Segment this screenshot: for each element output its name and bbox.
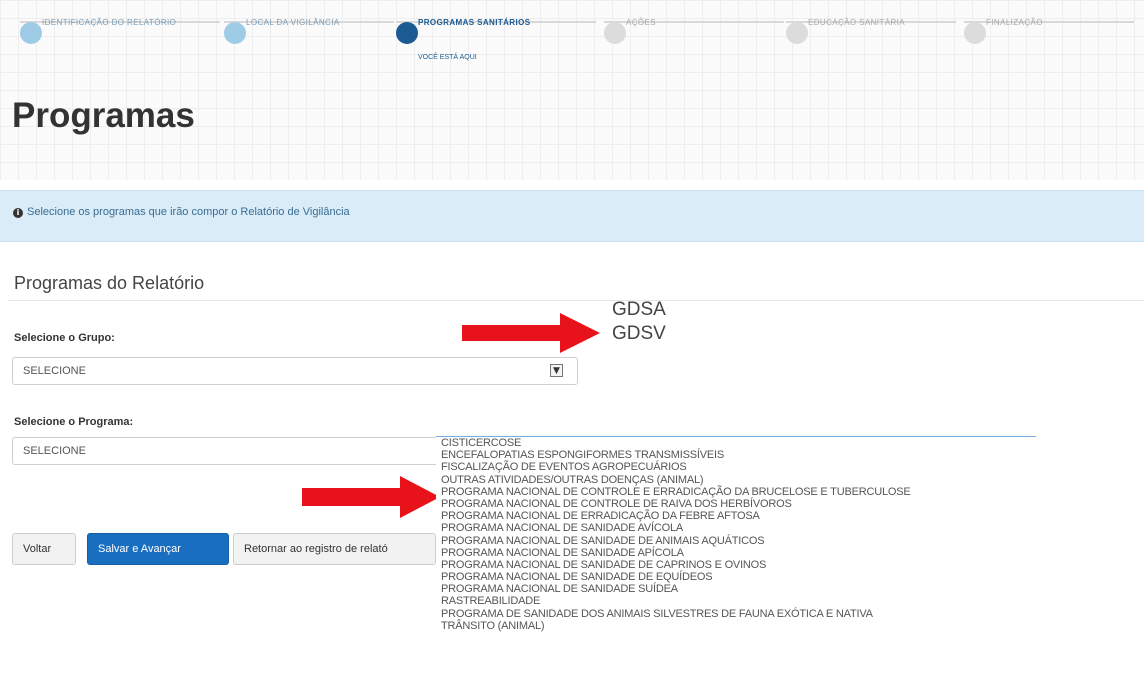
dropdown-option[interactable]: OUTRAS ATIVIDADES/OUTRAS DOENÇAS (ANIMAL… bbox=[436, 474, 1036, 486]
step-dot bbox=[396, 22, 418, 44]
back-button[interactable]: Voltar bbox=[12, 533, 76, 565]
group-select[interactable]: SELECIONE ▼ bbox=[12, 357, 578, 385]
dropdown-option[interactable]: PROGRAMA NACIONAL DE SANIDADE APÍCOLA bbox=[436, 547, 1036, 559]
chevron-down-icon[interactable]: ▼ bbox=[550, 364, 563, 377]
info-icon: i bbox=[13, 208, 23, 218]
program-select-label: Selecione o Programa: bbox=[14, 416, 134, 428]
arrow-right-icon bbox=[462, 313, 600, 353]
alert-text: Selecione os programas que irão compor o… bbox=[27, 206, 350, 218]
program-dropdown-list[interactable]: CISTICERCOSE ENCEFALOPATIAS ESPONGIFORME… bbox=[436, 436, 1036, 681]
dropdown-option[interactable]: CISTICERCOSE bbox=[436, 437, 1036, 449]
dropdown-option[interactable]: PROGRAMA NACIONAL DE ERRADICAÇÃO DA FEBR… bbox=[436, 510, 1036, 522]
dropdown-option[interactable]: PROGRAMA NACIONAL DE CONTROLE DE RAIVA D… bbox=[436, 498, 1036, 510]
step-label: AÇÕES bbox=[626, 18, 657, 27]
dropdown-option[interactable]: PROGRAMA NACIONAL DE SANIDADE DE EQUÍDEO… bbox=[436, 571, 1036, 583]
dropdown-option[interactable]: PROGRAMA NACIONAL DE SANIDADE DE CAPRINO… bbox=[436, 559, 1036, 571]
dropdown-option[interactable]: FISCALIZAÇÃO DE EVENTOS AGROPECUÁRIOS bbox=[436, 461, 1036, 473]
step-label: PROGRAMAS SANITÁRIOS bbox=[418, 18, 531, 27]
group-options-callout: GDSA GDSV bbox=[612, 298, 666, 346]
step-dot bbox=[786, 22, 808, 44]
return-register-button[interactable]: Retornar ao registro de relató bbox=[233, 533, 436, 565]
step-label: FINALIZAÇÃO bbox=[986, 18, 1043, 27]
progress-stepper: IDENTIFICAÇÃO DO RELATÓRIO LOCAL DA VIGI… bbox=[0, 0, 1144, 70]
program-select-value: SELECIONE bbox=[23, 445, 86, 457]
section-divider bbox=[8, 300, 1144, 301]
dropdown-option[interactable]: PROGRAMA NACIONAL DE SANIDADE SUÍDEA bbox=[436, 583, 1036, 595]
group-select-label: Selecione o Grupo: bbox=[14, 332, 115, 344]
save-next-button[interactable]: Salvar e Avançar bbox=[87, 533, 229, 565]
arrow-right-icon bbox=[302, 476, 440, 518]
step-dot bbox=[20, 22, 42, 44]
dropdown-option[interactable]: PROGRAMA DE SANIDADE DOS ANIMAIS SILVEST… bbox=[436, 608, 1036, 620]
step-label: LOCAL DA VIGILÂNCIA bbox=[246, 18, 340, 27]
dropdown-option[interactable]: PROGRAMA NACIONAL DE SANIDADE DE ANIMAIS… bbox=[436, 535, 1036, 547]
group-option[interactable]: GDSA bbox=[612, 298, 666, 322]
dropdown-option[interactable]: ENCEFALOPATIAS ESPONGIFORMES TRANSMISSÍV… bbox=[436, 449, 1036, 461]
step-label: EDUCAÇÃO SANITÁRIA bbox=[808, 18, 905, 27]
step-dot bbox=[604, 22, 626, 44]
step-label: IDENTIFICAÇÃO DO RELATÓRIO bbox=[42, 18, 177, 27]
group-option[interactable]: GDSV bbox=[612, 322, 666, 346]
dropdown-option[interactable]: PROGRAMA NACIONAL DE SANIDADE AVÍCOLA bbox=[436, 522, 1036, 534]
section-title: Programas do Relatório bbox=[14, 273, 205, 293]
step-dot bbox=[224, 22, 246, 44]
step-current-indicator: VOCÊ ESTÁ AQUI bbox=[418, 54, 477, 61]
dropdown-option[interactable]: PROGRAMA NACIONAL DE CONTROLE E ERRADICA… bbox=[436, 486, 1036, 498]
info-alert: i Selecione os programas que irão compor… bbox=[0, 190, 1144, 242]
dropdown-option[interactable]: TRÂNSITO (ANIMAL) bbox=[436, 620, 1036, 632]
step-dot bbox=[964, 22, 986, 44]
group-select-value: SELECIONE bbox=[23, 365, 86, 377]
page-title: Programas bbox=[12, 96, 195, 135]
dropdown-option[interactable]: RASTREABILIDADE bbox=[436, 595, 1036, 607]
